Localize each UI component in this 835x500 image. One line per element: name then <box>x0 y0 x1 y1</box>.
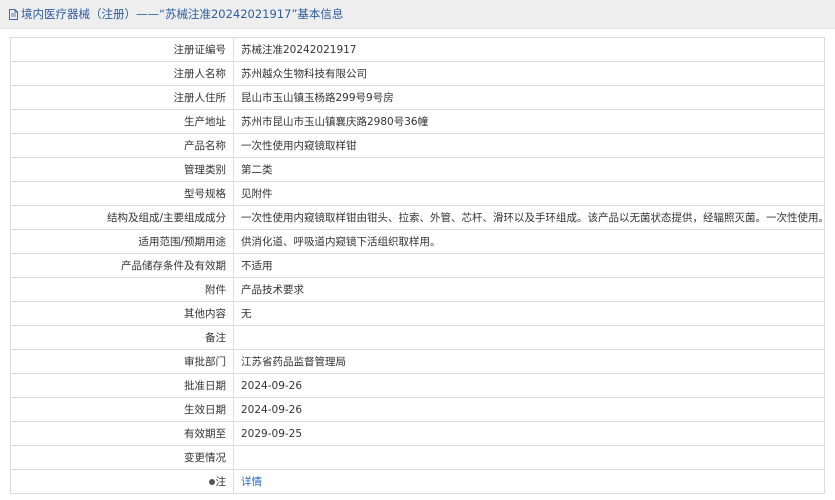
row-value: 第二类 <box>233 157 825 182</box>
table-row: 型号规格 见附件 <box>10 181 825 206</box>
row-label: 管理类别 <box>10 157 234 182</box>
row-value: 江苏省药品监督管理局 <box>233 349 825 374</box>
row-label: 生产地址 <box>10 109 234 134</box>
row-value: 昆山市玉山镇玉杨路299号9号房 <box>233 85 825 110</box>
table-row: 注册证编号 苏械注准20242021917 <box>10 37 825 62</box>
note-label-cell: 注 <box>10 469 234 494</box>
row-value <box>233 445 825 470</box>
note-row: 注 详情 <box>10 469 825 494</box>
table-row: 批准日期 2024-09-26 <box>10 373 825 398</box>
table-row: 管理类别 第二类 <box>10 157 825 182</box>
row-value: 苏州市昆山市玉山镇襄庆路2980号36幢 <box>233 109 825 134</box>
page-title: 境内医疗器械（注册）——“苏械注准20242021917”基本信息 <box>21 7 344 21</box>
row-value: 2024-09-26 <box>233 397 825 422</box>
table-row: 生产地址 苏州市昆山市玉山镇襄庆路2980号36幢 <box>10 109 825 134</box>
table-row: 变更情况 <box>10 445 825 470</box>
table-row: 有效期至 2029-09-25 <box>10 421 825 446</box>
table-row: 适用范围/预期用途 供消化道、呼吸道内窥镜下活组织取样用。 <box>10 229 825 254</box>
page-header: 境内医疗器械（注册）——“苏械注准20242021917”基本信息 <box>0 0 835 29</box>
table-row: 注册人住所 昆山市玉山镇玉杨路299号9号房 <box>10 85 825 110</box>
table-row: 注册人名称 苏州越众生物科技有限公司 <box>10 61 825 86</box>
table-row: 附件 产品技术要求 <box>10 277 825 302</box>
row-label: 有效期至 <box>10 421 234 446</box>
details-link[interactable]: 详情 <box>241 476 262 488</box>
row-label: 注册人名称 <box>10 61 234 86</box>
row-label: 其他内容 <box>10 301 234 326</box>
row-label: 产品名称 <box>10 133 234 158</box>
row-value: 无 <box>233 301 825 326</box>
row-label: 附件 <box>10 277 234 302</box>
note-label: 注 <box>215 476 227 488</box>
table-row: 产品储存条件及有效期 不适用 <box>10 253 825 278</box>
row-label: 产品储存条件及有效期 <box>10 253 234 278</box>
document-icon <box>9 8 18 20</box>
row-value: 一次性使用内窥镜取样钳由钳头、拉索、外管、芯杆、滑环以及手环组成。该产品以无菌状… <box>233 205 825 230</box>
row-value <box>233 325 825 350</box>
row-label: 注册证编号 <box>10 37 234 62</box>
row-label: 批准日期 <box>10 373 234 398</box>
table-row: 其他内容无 <box>10 301 825 326</box>
row-value: 不适用 <box>233 253 825 278</box>
row-label: 型号规格 <box>10 181 234 206</box>
row-value: 苏州越众生物科技有限公司 <box>233 61 825 86</box>
row-label: 结构及组成/主要组成成分 <box>10 205 234 230</box>
row-label: 变更情况 <box>10 445 234 470</box>
bullet-icon <box>208 479 215 485</box>
row-value: 见附件 <box>233 181 825 206</box>
table-row: 审批部门 江苏省药品监督管理局 <box>10 349 825 374</box>
table-row: 产品名称 一次性使用内窥镜取样钳 <box>10 133 825 158</box>
row-label: 审批部门 <box>10 349 234 374</box>
row-label: 适用范围/预期用途 <box>10 229 234 254</box>
info-table: 注册证编号 苏械注准20242021917 注册人名称 苏州越众生物科技有限公司 注… <box>10 37 825 494</box>
table-row: 备注 <box>10 325 825 350</box>
row-value: 苏械注准20242021917 <box>233 37 825 62</box>
row-value: 2029-09-25 <box>233 421 825 446</box>
row-label: 生效日期 <box>10 397 234 422</box>
row-value: 供消化道、呼吸道内窥镜下活组织取样用。 <box>233 229 825 254</box>
row-label: 备注 <box>10 325 234 350</box>
row-value: 产品技术要求 <box>233 277 825 302</box>
table-row: 结构及组成/主要组成成分 一次性使用内窥镜取样钳由钳头、拉索、外管、芯杆、滑环以及… <box>10 205 825 230</box>
row-label: 注册人住所 <box>10 85 234 110</box>
note-value-cell: 详情 <box>233 469 825 494</box>
row-value: 2024-09-26 <box>233 373 825 398</box>
table-row: 生效日期 2024-09-26 <box>10 397 825 422</box>
row-value: 一次性使用内窥镜取样钳 <box>233 133 825 158</box>
